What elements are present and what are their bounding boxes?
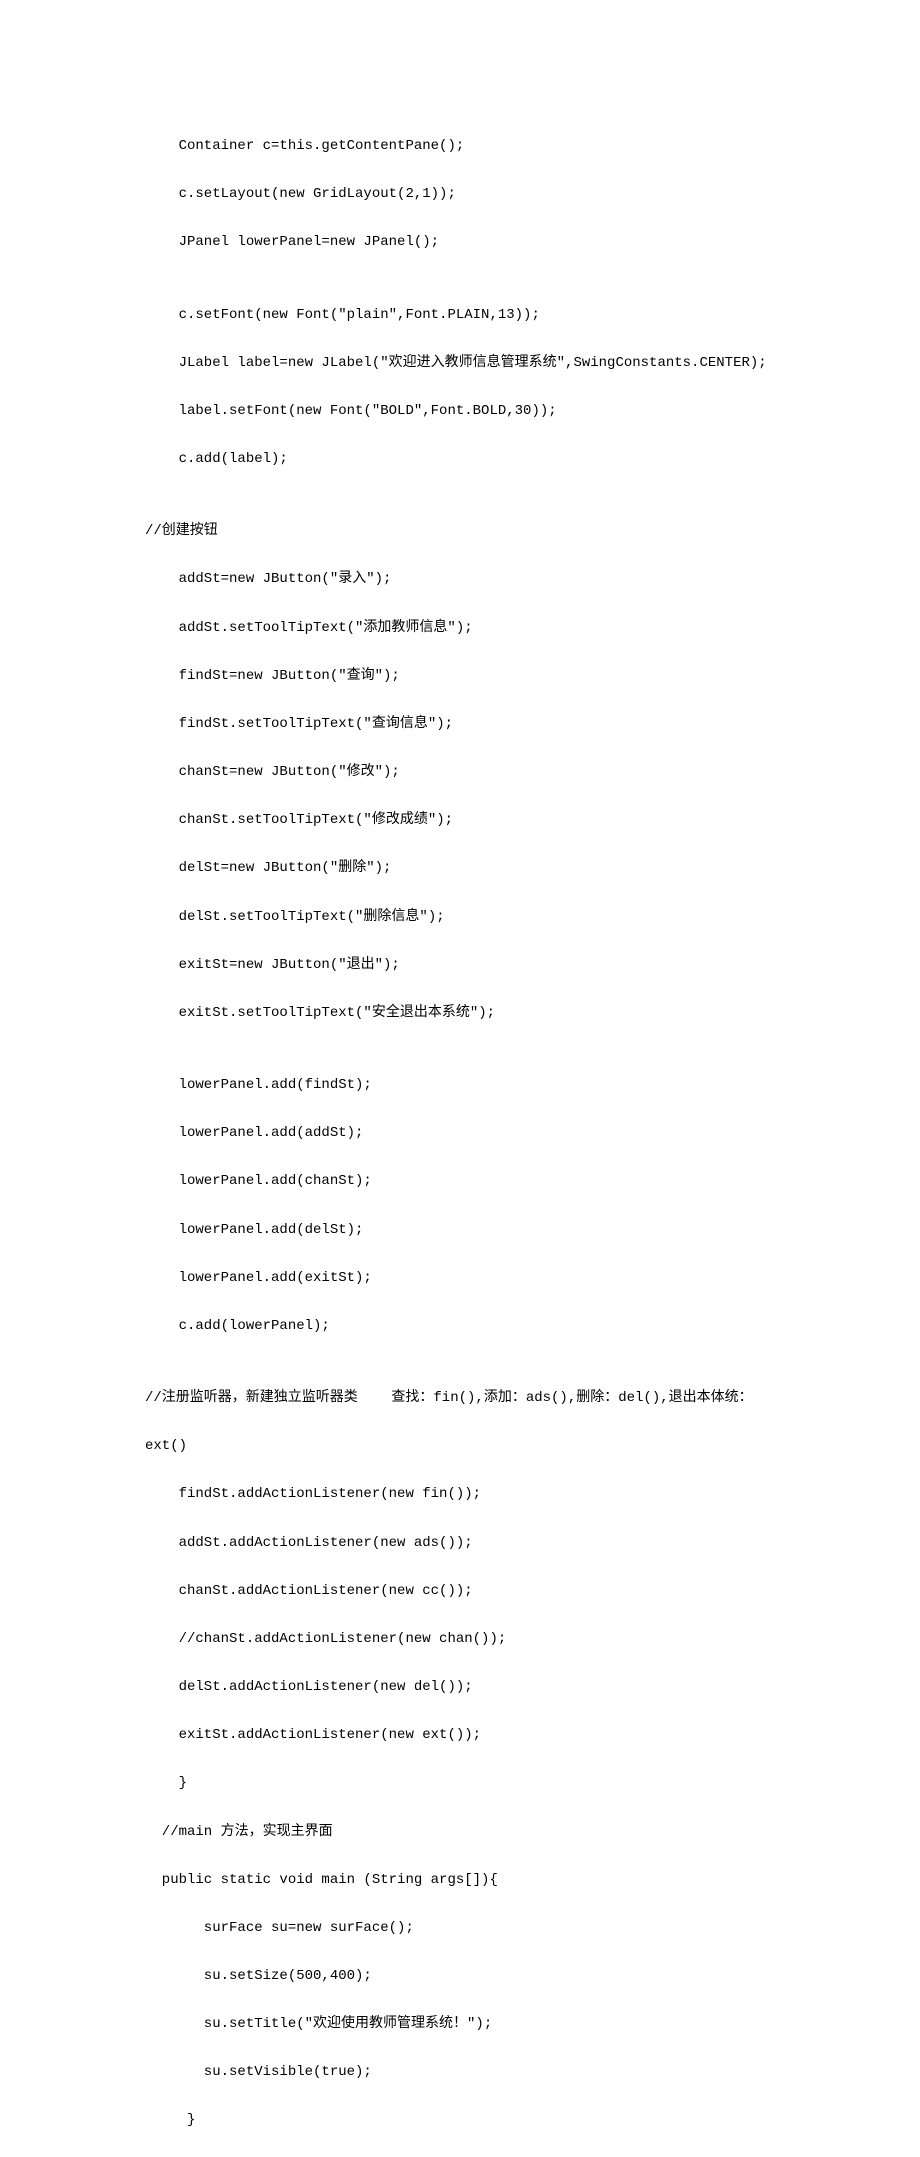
code-line: lowerPanel.add(delSt); [145, 1218, 820, 1242]
code-text: chanSt.setToolTipText("修改成绩"); [145, 812, 453, 828]
code-text: lowerPanel.add(chanSt); [145, 1173, 372, 1189]
code-text: label.setFont(new Font("BOLD",Font.BOLD,… [145, 403, 557, 419]
code-text: public static void main (String args[]){ [145, 1872, 498, 1888]
code-text: lowerPanel.add(exitSt); [145, 1270, 372, 1286]
code-line: addSt.setToolTipText("添加教师信息"); [145, 616, 820, 640]
code-line: chanSt.addActionListener(new cc()); [145, 1579, 820, 1603]
code-text: ext() [145, 1438, 187, 1454]
code-text: findSt.addActionListener(new fin()); [145, 1486, 481, 1502]
code-page: Container c=this.getContentPane(); c.set… [0, 110, 920, 2157]
code-text: JLabel label=new JLabel("欢迎进入教师信息管理系统",S… [145, 355, 767, 371]
code-line: } [145, 2108, 820, 2132]
code-text: su.setVisible(true); [145, 2064, 372, 2080]
code-text: delSt.addActionListener(new del()); [145, 1679, 473, 1695]
code-line: su.setTitle("欢迎使用教师管理系统！"); [145, 2012, 820, 2036]
code-line: su.setVisible(true); [145, 2060, 820, 2084]
code-text: su.setSize(500,400); [145, 1968, 372, 1984]
code-line: ext() [145, 1434, 820, 1458]
code-line: JLabel label=new JLabel("欢迎进入教师信息管理系统",S… [145, 351, 820, 375]
code-text: //注册监听器，新建独立监听器类 查找：fin(),添加：ads(),删除：de… [145, 1390, 753, 1406]
code-line: exitSt=new JButton("退出"); [145, 953, 820, 977]
code-line: } [145, 1771, 820, 1795]
code-line: //main 方法，实现主界面 [145, 1820, 820, 1844]
code-text: findSt.setToolTipText("查询信息"); [145, 716, 453, 732]
code-text: JPanel lowerPanel=new JPanel(); [145, 234, 439, 250]
code-line: addSt.addActionListener(new ads()); [145, 1531, 820, 1555]
code-line: lowerPanel.add(addSt); [145, 1121, 820, 1145]
code-line: exitSt.setToolTipText("安全退出本系统"); [145, 1001, 820, 1025]
code-line: chanSt.setToolTipText("修改成绩"); [145, 808, 820, 832]
code-line: JPanel lowerPanel=new JPanel(); [145, 230, 820, 254]
code-line: c.setLayout(new GridLayout(2,1)); [145, 182, 820, 206]
code-text: chanSt.addActionListener(new cc()); [145, 1583, 473, 1599]
code-line: surFace su=new surFace(); [145, 1916, 820, 1940]
code-line: chanSt=new JButton("修改"); [145, 760, 820, 784]
code-text: //main 方法，实现主界面 [145, 1824, 333, 1840]
code-text: } [145, 1775, 187, 1791]
code-line: addSt=new JButton("录入"); [145, 567, 820, 591]
code-text: c.add(label); [145, 451, 288, 467]
code-text: c.setFont(new Font("plain",Font.PLAIN,13… [145, 307, 540, 323]
code-line: lowerPanel.add(chanSt); [145, 1169, 820, 1193]
code-line: findSt.addActionListener(new fin()); [145, 1482, 820, 1506]
code-line: delSt.setToolTipText("删除信息"); [145, 905, 820, 929]
code-text: } [145, 2112, 195, 2128]
code-text: lowerPanel.add(addSt); [145, 1125, 363, 1141]
code-line: exitSt.addActionListener(new ext()); [145, 1723, 820, 1747]
code-text: Container c=this.getContentPane(); [145, 138, 464, 154]
code-line: delSt=new JButton("删除"); [145, 856, 820, 880]
code-text: addSt.setToolTipText("添加教师信息"); [145, 620, 473, 636]
code-line: su.setSize(500,400); [145, 1964, 820, 1988]
code-line: findSt=new JButton("查询"); [145, 664, 820, 688]
code-text: exitSt.setToolTipText("安全退出本系统"); [145, 1005, 495, 1021]
code-line: delSt.addActionListener(new del()); [145, 1675, 820, 1699]
code-line: c.setFont(new Font("plain",Font.PLAIN,13… [145, 303, 820, 327]
code-text: addSt.addActionListener(new ads()); [145, 1535, 473, 1551]
code-text: c.setLayout(new GridLayout(2,1)); [145, 186, 456, 202]
code-text: addSt=new JButton("录入"); [145, 571, 391, 587]
code-text: c.add(lowerPanel); [145, 1318, 330, 1334]
code-text: surFace su=new surFace(); [145, 1920, 414, 1936]
code-line: //注册监听器，新建独立监听器类 查找：fin(),添加：ads(),删除：de… [145, 1386, 820, 1410]
code-line: c.add(label); [145, 447, 820, 471]
code-text: //创建按钮 [145, 523, 218, 539]
code-line: Container c=this.getContentPane(); [145, 134, 820, 158]
code-text: exitSt.addActionListener(new ext()); [145, 1727, 481, 1743]
code-text: exitSt=new JButton("退出"); [145, 957, 400, 973]
code-line: lowerPanel.add(exitSt); [145, 1266, 820, 1290]
code-text: lowerPanel.add(delSt); [145, 1222, 363, 1238]
code-line: c.add(lowerPanel); [145, 1314, 820, 1338]
code-text: delSt.setToolTipText("删除信息"); [145, 909, 445, 925]
code-line: findSt.setToolTipText("查询信息"); [145, 712, 820, 736]
code-text: delSt=new JButton("删除"); [145, 860, 391, 876]
code-line: public static void main (String args[]){ [145, 1868, 820, 1892]
code-line: lowerPanel.add(findSt); [145, 1073, 820, 1097]
code-text: chanSt=new JButton("修改"); [145, 764, 400, 780]
code-line: //创建按钮 [145, 519, 820, 543]
code-text: findSt=new JButton("查询"); [145, 668, 400, 684]
code-text: //chanSt.addActionListener(new chan()); [145, 1631, 506, 1647]
code-text: lowerPanel.add(findSt); [145, 1077, 372, 1093]
code-line: label.setFont(new Font("BOLD",Font.BOLD,… [145, 399, 820, 423]
code-line: //chanSt.addActionListener(new chan()); [145, 1627, 820, 1651]
code-text: su.setTitle("欢迎使用教师管理系统！"); [145, 2016, 492, 2032]
